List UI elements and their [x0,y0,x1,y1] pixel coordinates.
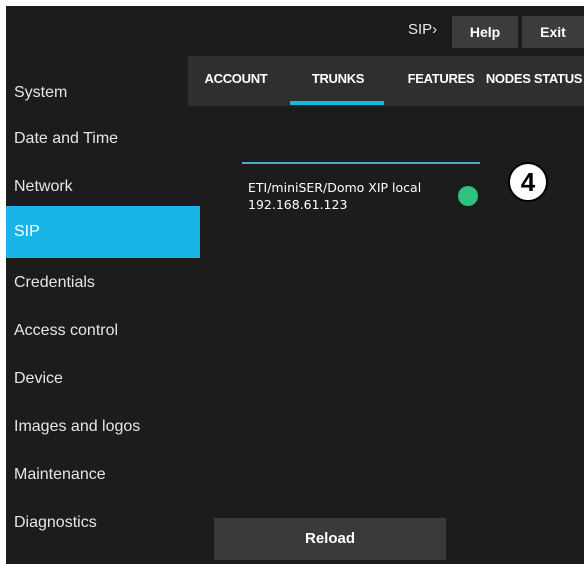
sidebar-item-device[interactable]: Device [6,356,200,402]
sidebar-item-maintenance[interactable]: Maintenance [6,452,200,498]
help-button[interactable]: Help [452,16,518,48]
sidebar-item-images-and-logos[interactable]: Images and logos [6,404,200,450]
tab-nodes-status[interactable]: NODES STATUS [484,56,584,106]
tab-trunks[interactable]: TRUNKS [300,56,376,106]
trunk-divider [242,162,480,164]
sidebar-item-access-control[interactable]: Access control [6,308,200,354]
sidebar: System Date and Time Network SIP Credent… [6,48,200,564]
callout-number-badge: 4 [508,162,548,202]
trunk-entry[interactable]: ETI/miniSER/Domo XIP local 192.168.61.12… [242,162,480,232]
sidebar-item-sip[interactable]: SIP [6,206,200,258]
trunk-ip-address: 192.168.61.123 [248,197,348,212]
top-bar: SIP› Help Exit [6,6,584,48]
status-indicator-icon [458,186,478,206]
sidebar-item-date-and-time[interactable]: Date and Time [6,116,200,162]
app-window: SIP› Help Exit System Date and Time Netw… [6,6,584,564]
sidebar-item-diagnostics[interactable]: Diagnostics [6,500,200,546]
active-tab-indicator [290,101,384,105]
reload-button[interactable]: Reload [214,518,446,560]
breadcrumb: SIP› [408,21,438,38]
sidebar-item-credentials[interactable]: Credentials [6,260,200,306]
tab-features[interactable]: FEATURES [406,56,476,106]
tab-bar: ACCOUNT TRUNKS FEATURES NODES STATUS [188,56,584,106]
tab-account[interactable]: ACCOUNT [196,56,276,106]
sidebar-item-system[interactable]: System [6,70,200,116]
sidebar-item-network[interactable]: Network [6,164,200,210]
exit-button[interactable]: Exit [522,16,584,48]
trunk-name: ETI/miniSER/Domo XIP local [248,180,422,195]
